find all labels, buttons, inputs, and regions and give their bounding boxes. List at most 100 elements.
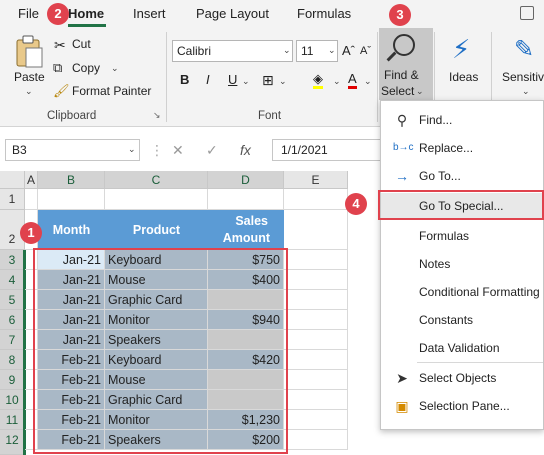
- cell[interactable]: [284, 270, 348, 290]
- cell[interactable]: [38, 189, 105, 210]
- cell[interactable]: [25, 189, 38, 210]
- step-badge-1: 1: [20, 222, 42, 244]
- column-header-b[interactable]: B: [38, 171, 105, 189]
- cell[interactable]: [284, 350, 348, 370]
- sensitivity-icon[interactable]: ✎: [514, 35, 534, 64]
- cell[interactable]: [284, 189, 348, 210]
- row-header[interactable]: 12: [0, 430, 25, 455]
- cell[interactable]: [284, 430, 348, 450]
- format-painter-icon[interactable]: 🖌: [53, 83, 70, 99]
- menu-item-go-to[interactable]: → Go To...: [381, 163, 543, 189]
- cancel-entry-icon[interactable]: ✕: [172, 142, 184, 159]
- column-header-c[interactable]: C: [105, 171, 208, 189]
- header-sales-amount[interactable]: Sales Amount: [208, 210, 284, 250]
- paste-dropdown-icon[interactable]: ⌄: [25, 86, 33, 97]
- header-month[interactable]: Month: [38, 210, 105, 250]
- menu-item-select-objects[interactable]: ➤ Select Objects: [381, 365, 543, 391]
- share-icon[interactable]: [520, 6, 534, 20]
- row-header[interactable]: 9: [0, 370, 25, 390]
- copy-icon[interactable]: ⧉: [53, 60, 62, 76]
- tab-file[interactable]: File: [18, 6, 39, 21]
- ideas-button[interactable]: Ideas: [449, 70, 478, 84]
- sensitivity-dropdown-icon[interactable]: ⌄: [522, 86, 530, 97]
- menu-item-label: Constants: [419, 313, 474, 327]
- copy-button[interactable]: Copy: [72, 61, 100, 75]
- font-name-dropdown-icon[interactable]: ⌄: [283, 45, 291, 56]
- confirm-entry-icon[interactable]: ✓: [206, 142, 218, 159]
- sensitivity-button[interactable]: Sensitivi: [502, 70, 544, 84]
- name-box-dropdown-icon[interactable]: ⌄: [128, 144, 136, 155]
- fill-color-dropdown-icon[interactable]: ⌄: [333, 76, 341, 87]
- tab-formulas[interactable]: Formulas: [297, 6, 351, 21]
- tab-page-layout[interactable]: Page Layout: [196, 6, 269, 21]
- cut-icon[interactable]: ✂: [54, 37, 66, 54]
- cell[interactable]: [284, 290, 348, 310]
- cell[interactable]: [284, 390, 348, 410]
- select-all-corner[interactable]: [0, 171, 25, 189]
- row-header[interactable]: 11: [0, 410, 25, 430]
- cell[interactable]: [208, 189, 284, 210]
- insert-function-icon[interactable]: fx: [240, 142, 251, 158]
- menu-item-formulas[interactable]: Formulas: [381, 223, 543, 249]
- menu-item-label: Select Objects: [419, 371, 497, 385]
- column-header-e[interactable]: E: [284, 171, 348, 189]
- cell[interactable]: [284, 310, 348, 330]
- cell[interactable]: [284, 370, 348, 390]
- paste-icon[interactable]: [14, 34, 44, 68]
- cell[interactable]: [284, 210, 348, 250]
- step-badge-4: 4: [345, 193, 367, 215]
- borders-icon[interactable]: ⊞: [262, 72, 274, 89]
- column-header-a[interactable]: A: [25, 171, 38, 189]
- copy-dropdown-icon[interactable]: ⌄: [111, 63, 119, 74]
- italic-icon[interactable]: I: [206, 72, 210, 87]
- menu-item-label: Conditional Formatting: [419, 285, 540, 299]
- font-size-dropdown-icon[interactable]: ⌄: [328, 45, 336, 56]
- row-header[interactable]: 8: [0, 350, 25, 370]
- cell[interactable]: [105, 189, 208, 210]
- cell[interactable]: [284, 410, 348, 430]
- ideas-icon[interactable]: ⚡: [452, 34, 470, 65]
- menu-item-label: Replace...: [419, 141, 474, 155]
- row-header[interactable]: 3: [0, 250, 25, 270]
- name-box[interactable]: B3: [5, 139, 140, 161]
- font-name-box[interactable]: Calibri: [172, 40, 293, 62]
- header-product[interactable]: Product: [105, 210, 208, 250]
- increase-font-icon[interactable]: Aˆ: [342, 43, 355, 58]
- row-header[interactable]: 1: [0, 189, 25, 210]
- row-header[interactable]: 7: [0, 330, 25, 350]
- row-header[interactable]: 4: [0, 270, 25, 290]
- bold-icon[interactable]: B: [180, 72, 189, 87]
- menu-item-notes[interactable]: Notes: [381, 251, 543, 277]
- font-color-icon[interactable]: A: [348, 72, 357, 89]
- menu-item-selection-pane[interactable]: ▣ Selection Pane...: [381, 393, 543, 419]
- tab-insert[interactable]: Insert: [133, 6, 166, 21]
- cut-button[interactable]: Cut: [72, 37, 91, 51]
- menu-item-conditional-formatting[interactable]: Conditional Formatting: [381, 279, 543, 305]
- cell[interactable]: [284, 250, 348, 270]
- format-painter-button[interactable]: Format Painter: [72, 84, 151, 98]
- paste-button[interactable]: Paste: [14, 70, 45, 84]
- menu-item-replace[interactable]: b→c Replace...: [381, 135, 543, 161]
- font-color-dropdown-icon[interactable]: ⌄: [364, 76, 372, 87]
- ribbon-separator: [166, 32, 167, 122]
- font-group-label: Font: [258, 110, 282, 122]
- underline-dropdown-icon[interactable]: ⌄: [242, 76, 250, 87]
- arrow-right-icon: →: [395, 168, 409, 184]
- underline-icon[interactable]: U: [228, 72, 237, 87]
- menu-item-data-validation[interactable]: Data Validation: [381, 335, 543, 361]
- row-header[interactable]: 10: [0, 390, 25, 410]
- row-header[interactable]: 6: [0, 310, 25, 330]
- cell[interactable]: [284, 330, 348, 350]
- fill-color-icon[interactable]: ◈: [313, 72, 323, 89]
- row-header[interactable]: 5: [0, 290, 25, 310]
- clipboard-launcher-icon[interactable]: ↘: [153, 110, 161, 121]
- menu-item-constants[interactable]: Constants: [381, 307, 543, 333]
- menu-item-find[interactable]: ⚲ Find...: [381, 107, 543, 133]
- borders-dropdown-icon[interactable]: ⌄: [279, 76, 287, 87]
- tab-home[interactable]: Home: [68, 6, 104, 21]
- decrease-font-icon[interactable]: Aˇ: [360, 45, 371, 57]
- find-select-dropdown-icon[interactable]: ⌄: [416, 86, 424, 97]
- selection-highlight-box: [33, 248, 288, 454]
- active-tab-indicator: [68, 24, 106, 27]
- column-header-d[interactable]: D: [208, 171, 284, 189]
